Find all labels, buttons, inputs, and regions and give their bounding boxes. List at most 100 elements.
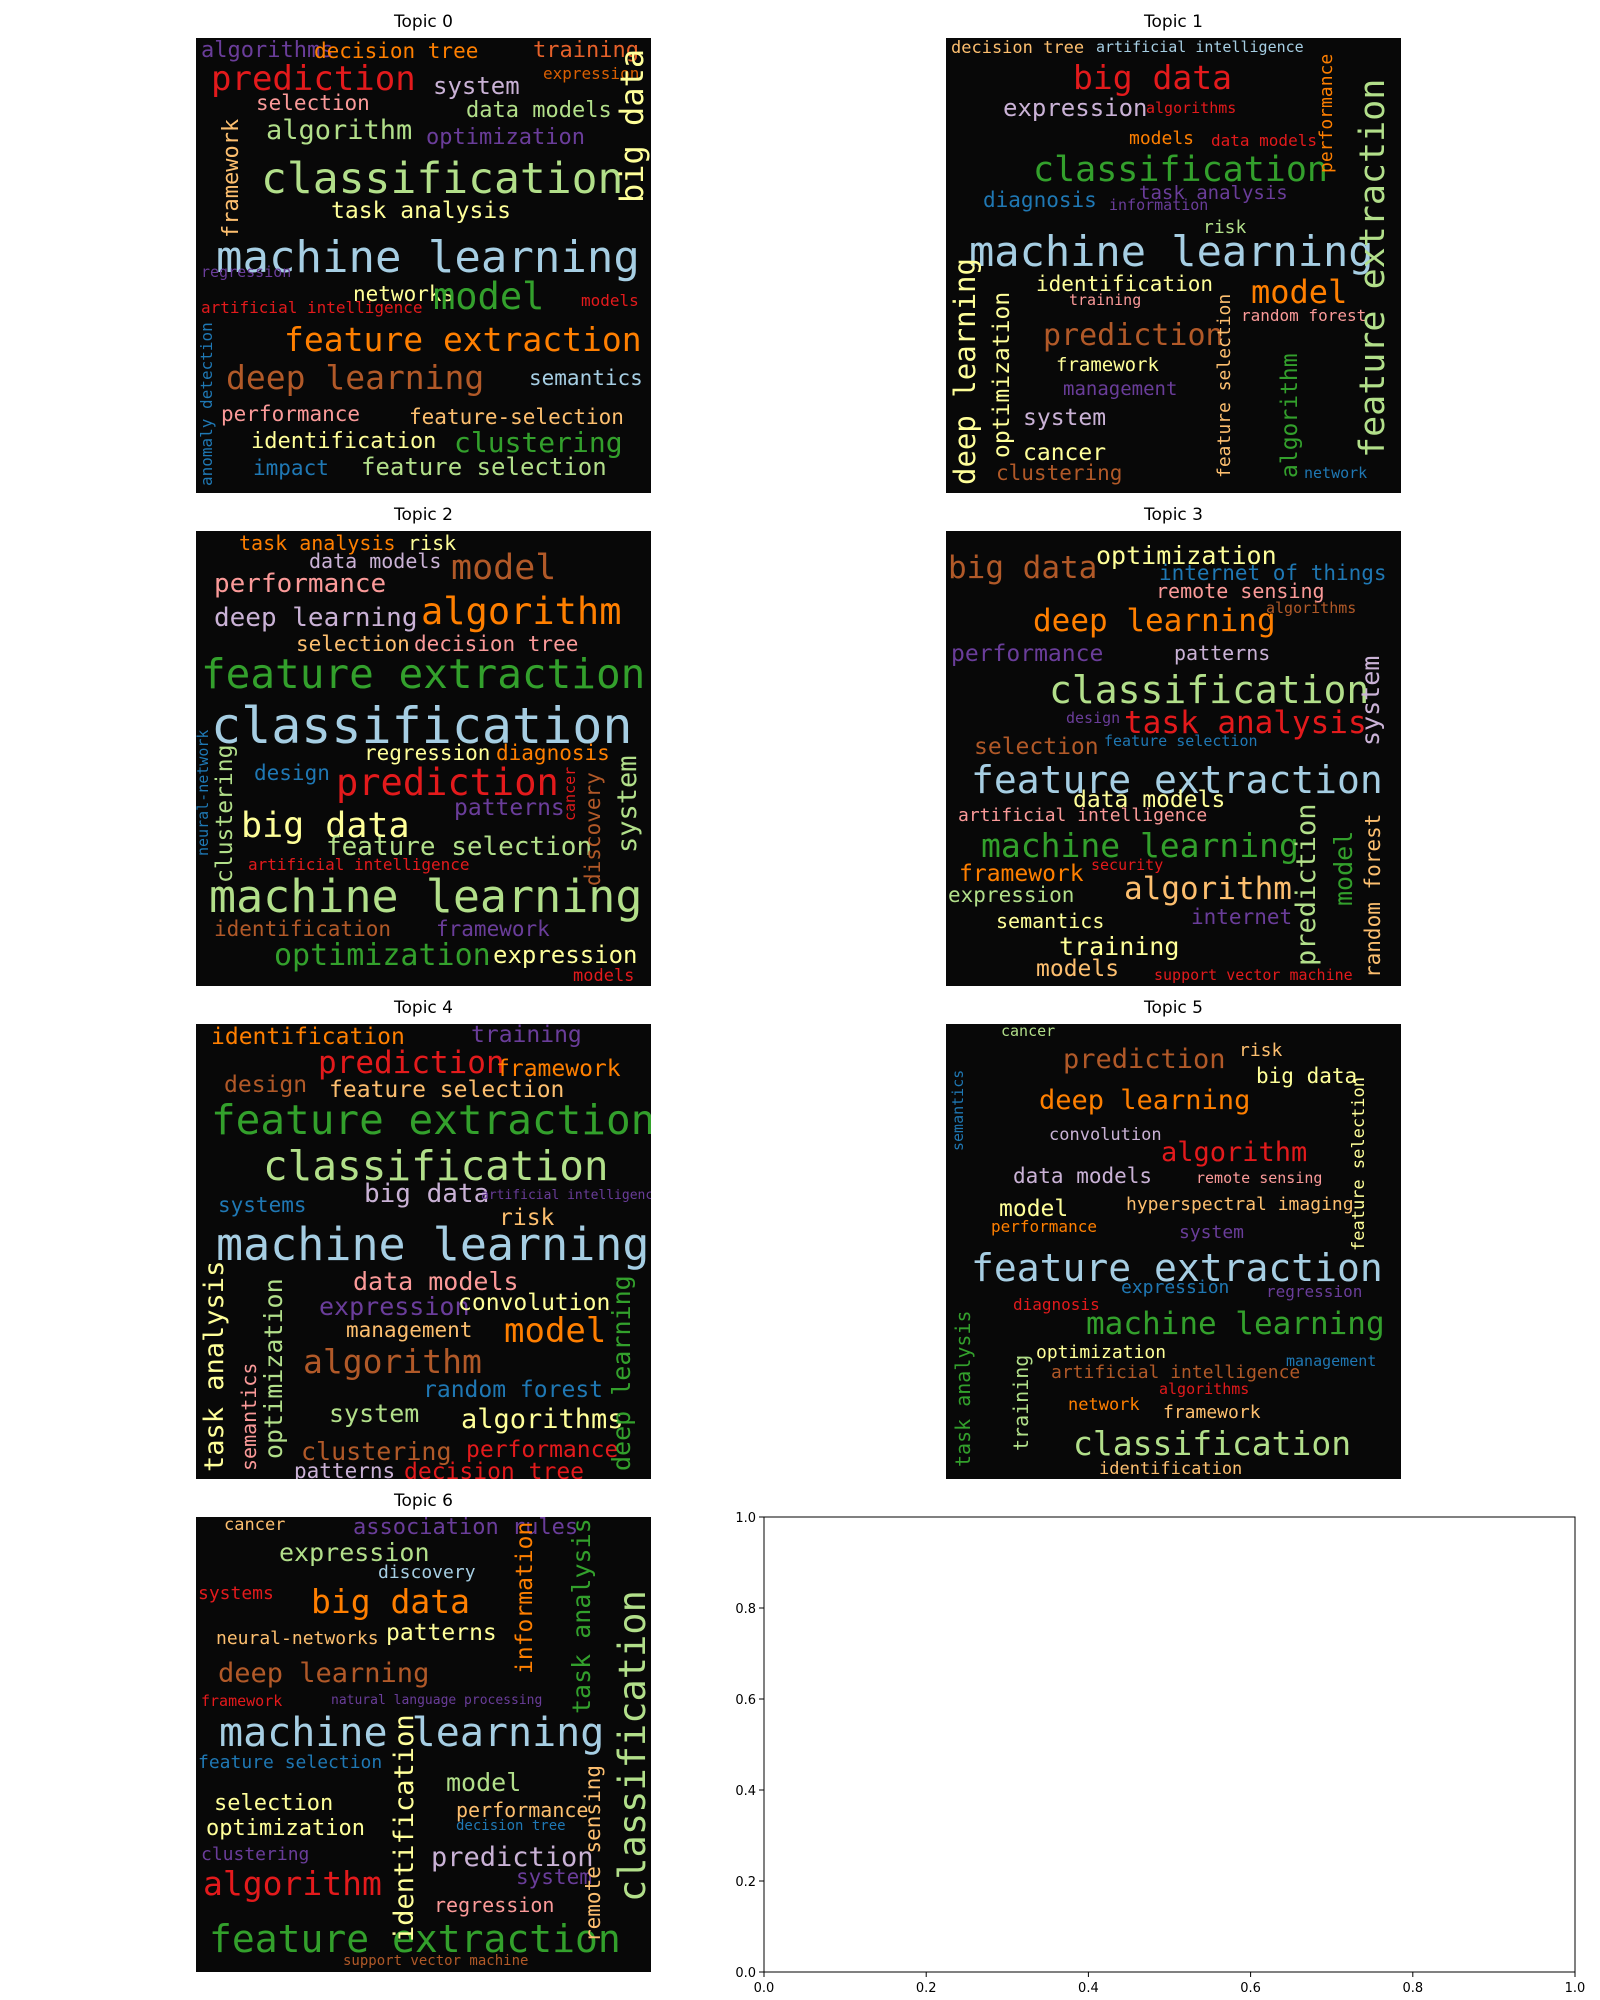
word: decision tree [456, 1818, 566, 1834]
x-tick-label: 0.4 [1078, 1981, 1099, 1996]
word: regression [1266, 1282, 1363, 1301]
word: selection [256, 91, 370, 115]
word: decision tree [404, 1459, 585, 1480]
word: deep learning [218, 1658, 430, 1689]
word: system [1356, 655, 1385, 746]
wordcloud-panel: identification training prediction framewor… [196, 1024, 651, 1479]
word: cancer [561, 766, 579, 821]
x-tick-label: 0.0 [754, 1981, 775, 1996]
y-tick-label: 0.8 [735, 1602, 756, 1617]
x-tick-label: 0.6 [1240, 1981, 1261, 1996]
word: performance [214, 569, 387, 599]
word: deep learning [607, 1275, 636, 1471]
x-tick-label: 0.2 [916, 1981, 937, 1996]
y-tick-label: 0.2 [735, 1875, 756, 1890]
word: design [224, 1072, 308, 1098]
word: clustering [201, 1844, 310, 1865]
x-tick-label: 1.0 [1565, 1981, 1586, 1996]
word: convolution [1049, 1125, 1162, 1145]
word: random forest [423, 1377, 604, 1403]
word: regression [434, 1893, 555, 1917]
word: optimization [259, 1278, 288, 1459]
word: expression [948, 883, 1075, 907]
word: model [446, 1768, 522, 1797]
word: performance [951, 641, 1104, 667]
axes-frame [763, 1516, 1576, 1973]
word: data models [466, 98, 612, 123]
word: expression [1121, 1277, 1230, 1298]
word: performance [991, 1217, 1097, 1236]
word: artificial intelligence [201, 298, 423, 317]
word: anomaly detection [197, 322, 216, 486]
word: task analysis [199, 1260, 230, 1472]
wordcloud-panel: cancer association rules expression discove… [196, 1517, 651, 1972]
x-tick-label: 0.8 [1402, 1981, 1423, 1996]
word: algorithm [303, 1342, 482, 1381]
word: discovery [581, 772, 605, 886]
wordcloud-panel: cancer risk prediction big data deep learnin… [946, 1024, 1401, 1479]
word: patterns [386, 1620, 497, 1646]
word: feature-selection [409, 405, 624, 429]
word: data models [1211, 131, 1317, 150]
word: big data [1073, 58, 1232, 97]
word: patterns [1174, 641, 1271, 665]
word: training [1069, 291, 1142, 309]
word: algorithms [1266, 599, 1357, 617]
word: deep learning [226, 358, 485, 397]
word: deep learning [1033, 603, 1276, 639]
word: big data [1256, 1064, 1358, 1088]
word: classification [611, 1590, 651, 1902]
word: data models [1013, 1164, 1153, 1188]
word: feature extraction [201, 650, 646, 698]
word: task analysis [951, 1310, 975, 1467]
word: systems [218, 1193, 307, 1217]
word: semantics [996, 909, 1105, 933]
word: natural language processing [331, 1693, 543, 1708]
word: expression [319, 1292, 470, 1321]
word: algorithm [1161, 1137, 1308, 1168]
word: optimization [274, 938, 491, 973]
word: performance [456, 1798, 589, 1822]
word: feature extraction [284, 320, 642, 359]
word: training [1009, 1354, 1033, 1451]
word: algorithm [203, 1864, 382, 1903]
word: big data [364, 1179, 490, 1209]
word: feature selection [198, 1752, 383, 1773]
word: models [573, 966, 635, 986]
word: system [612, 755, 643, 853]
word: hyperspectral imaging [1126, 1194, 1354, 1215]
word: algorithms [1146, 99, 1237, 117]
word: artificial intelligence [1096, 38, 1304, 56]
word: system [1179, 1222, 1245, 1243]
word: design [1066, 709, 1121, 727]
word: feature extraction [1353, 78, 1393, 458]
word: machine learning [216, 1218, 650, 1271]
word: prediction [1291, 803, 1322, 966]
word: deep learning [214, 603, 418, 633]
word: models [1129, 128, 1195, 149]
word: information [1109, 196, 1209, 214]
word: identification [214, 917, 392, 941]
word: optimization [1036, 1342, 1167, 1363]
word: artificial intelligence [481, 1188, 651, 1203]
word: identification [251, 429, 437, 454]
word: semantics [529, 366, 643, 390]
word: models [581, 291, 639, 310]
wordcloud-panel: algorithms decision tree training expressio… [196, 38, 651, 493]
word: association rules [353, 1517, 579, 1540]
word: deep learning [1039, 1085, 1251, 1116]
word: cancer [1001, 1024, 1056, 1040]
word: network [1304, 464, 1368, 482]
word: risk [1239, 1040, 1283, 1061]
word: decision tree [951, 38, 1085, 58]
word: expression [1003, 94, 1148, 122]
word: feature extraction [211, 1096, 651, 1144]
word: big data [613, 48, 651, 203]
word: model [433, 275, 545, 318]
word: patterns [454, 795, 565, 821]
word: task analysis [331, 198, 512, 224]
word: model [504, 1311, 607, 1351]
word: algorithm [1277, 353, 1303, 478]
y-tick-label: 0.4 [735, 1784, 756, 1799]
word: model [1251, 273, 1348, 311]
